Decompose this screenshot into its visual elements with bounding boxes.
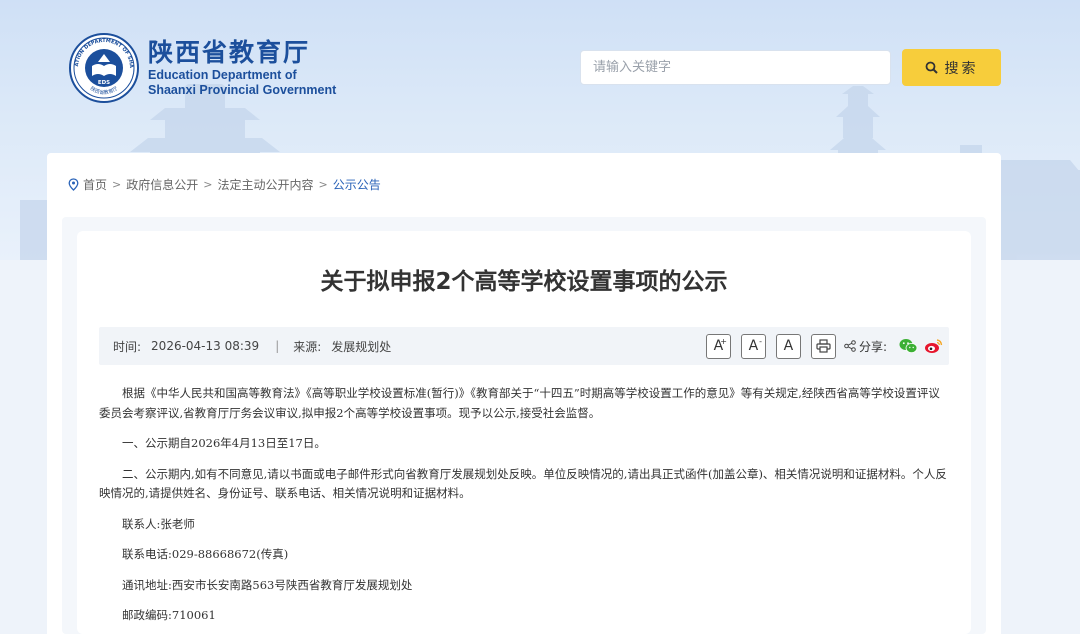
share-label: 分享:: [844, 338, 887, 355]
article-tools: A + A- A 分享:: [696, 327, 943, 365]
logo-subtitle-line2: Shaanxi Provincial Government: [148, 83, 337, 97]
breadcrumb-gov-info[interactable]: 政府信息公开: [126, 176, 198, 193]
logo-title: 陕西省教育厅: [148, 38, 311, 67]
breadcrumb-home[interactable]: 首页: [83, 176, 107, 193]
weibo-icon: [925, 339, 943, 353]
font-reset-icon: A: [783, 338, 794, 354]
print-icon: [816, 339, 831, 353]
breadcrumb-separator: >: [318, 177, 328, 191]
article-paragraph: 通讯地址:西安市长安南路563号陕西省教育厅发展规划处: [122, 577, 413, 592]
article-meta-bar: 时间: 2026-04-13 08:39 | 来源: 发展规划处 A + A- A: [99, 327, 949, 365]
time-value: 2026-04-13 08:39: [151, 339, 260, 353]
article-paragraph: 一、公示期自2026年4月13日至17日。: [122, 436, 326, 450]
search-button-label: 搜索: [944, 60, 979, 77]
search-icon: [925, 61, 938, 74]
share-weibo-button[interactable]: [924, 338, 943, 354]
meta-divider: |: [275, 339, 280, 353]
article-paragraph: 根据《中华人民共和国高等教育法》《高等职业学校设置标准(暂行)》《教育部关于“十…: [99, 386, 940, 420]
breadcrumb-legal-content[interactable]: 法定主动公开内容: [217, 176, 313, 193]
article-paragraph: 联系电话:029-88668672(传真): [122, 547, 289, 561]
svg-text:EDS: EDS: [98, 80, 110, 86]
share-icon: [844, 340, 856, 352]
wechat-icon: [899, 339, 918, 353]
font-reset-button[interactable]: A: [775, 333, 801, 359]
article-paragraph: 邮政编码:710061: [122, 608, 216, 622]
location-icon: [68, 177, 79, 191]
breadcrumb-separator: >: [203, 177, 213, 191]
time-label: 时间:: [113, 339, 142, 354]
font-increase-button[interactable]: A +: [705, 333, 731, 359]
font-decrease-icon: A: [748, 338, 759, 354]
source-label: 来源:: [293, 339, 322, 354]
logo-subtitle-line1: Education Department of: [148, 68, 297, 82]
breadcrumb: 首页 > 政府信息公开 > 法定主动公开内容 > 公示公告: [68, 175, 381, 193]
article-paragraph: 二、公示期内,如有不同意见,请以书面或电子邮件形式向省教育厅发展规划处反映。单位…: [99, 466, 947, 501]
breadcrumb-separator: >: [112, 177, 122, 191]
article-paragraph: 联系人:张老师: [122, 516, 195, 531]
breadcrumb-current[interactable]: 公示公告: [333, 176, 381, 193]
share-wechat-button[interactable]: [899, 338, 918, 354]
font-decrease-button[interactable]: A-: [740, 333, 766, 359]
article-body: 根据《中华人民共和国高等教育法》《高等职业学校设置标准(暂行)》《教育部关于“十…: [99, 384, 949, 626]
search-button[interactable]: 搜索: [902, 49, 1001, 86]
emblem-icon: EDUCATION DEPARTMENT OF SHAANXI 陕西省教育厅 E…: [68, 32, 139, 103]
search-input[interactable]: [580, 50, 891, 85]
article-title: 关于拟申报2个高等学校设置事项的公示: [320, 269, 728, 295]
print-button[interactable]: [810, 333, 836, 359]
source-value: 发展规划处: [331, 339, 392, 354]
site-logo[interactable]: EDUCATION DEPARTMENT OF SHAANXI 陕西省教育厅 E…: [68, 32, 336, 104]
